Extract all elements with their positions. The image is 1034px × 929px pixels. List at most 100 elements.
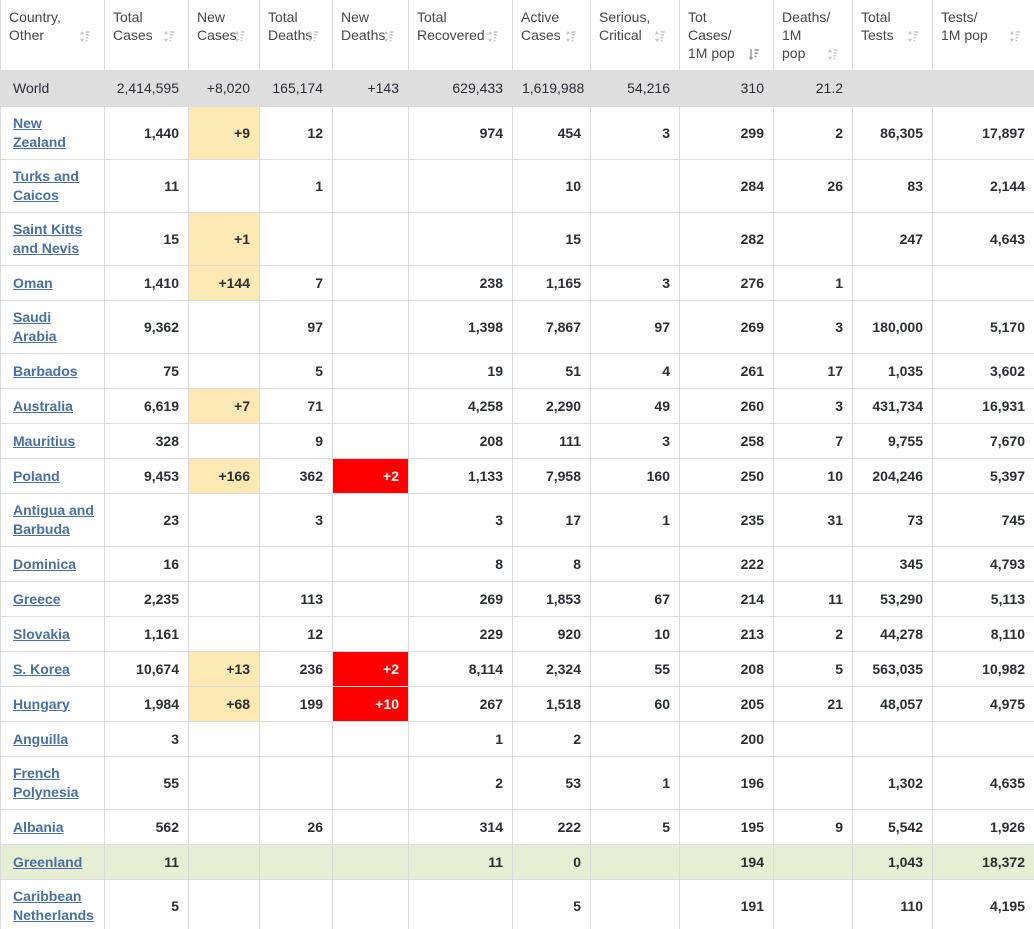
- column-header-label-line2: 1M pop: [688, 45, 735, 61]
- header-row: Country, Other Total Cases New Cases Total Deat…: [0, 0, 1034, 71]
- cell-total-cases: 10,674: [104, 651, 189, 687]
- country-link[interactable]: Greece: [13, 591, 60, 607]
- column-header-label-line1: New: [341, 9, 370, 25]
- cell-active-cases: 53: [512, 756, 591, 810]
- table-row: S. Korea 10,674 +13 236 +2 8,114 2,324 55 208 5 56…: [0, 651, 1034, 687]
- column-header-new-deaths[interactable]: New Deaths: [332, 0, 409, 71]
- column-header-new-cases[interactable]: New Cases: [188, 0, 260, 71]
- cell-total-deaths: [259, 879, 333, 929]
- cell-tot-cases-per-1m: 213: [679, 616, 774, 652]
- sort-both-icon[interactable]: [827, 48, 838, 61]
- cell-deaths-per-1m: 10: [773, 458, 853, 494]
- country-link[interactable]: Turks and Caicos: [13, 168, 79, 203]
- cell-total-tests: 48,057: [852, 686, 933, 722]
- column-header-label-line2: Cases: [521, 27, 561, 43]
- cell-country-name: Oman: [0, 265, 105, 301]
- country-link[interactable]: French Polynesia: [13, 765, 78, 800]
- cell-tot-cases-per-1m: 205: [679, 686, 774, 722]
- cell-total-deaths: [259, 546, 333, 582]
- sort-both-icon[interactable]: [907, 30, 918, 43]
- table-row: French Polynesia 55 2 53 1 196 1,302 4,635: [0, 756, 1034, 810]
- cell-total-cases: 2,235: [104, 581, 189, 617]
- cell-country-name: Greece: [0, 581, 105, 617]
- country-link[interactable]: Saint Kitts and Nevis: [13, 221, 82, 256]
- cell-country-name: Saint Kitts and Nevis: [0, 212, 105, 266]
- sort-both-icon[interactable]: [565, 30, 576, 43]
- sort-both-icon[interactable]: [654, 30, 665, 43]
- sort-descending-icon[interactable]: [748, 48, 759, 61]
- country-link[interactable]: Greenland: [13, 854, 82, 870]
- sort-both-icon[interactable]: [383, 30, 394, 43]
- table-row: Slovakia 1,161 12 229 920 10 213 2 44,278 8,110: [0, 616, 1034, 652]
- country-link[interactable]: Caribbean Netherlands: [13, 888, 94, 923]
- column-header-active-cases[interactable]: Active Cases: [512, 0, 591, 71]
- cell-total-recovered: 208: [408, 423, 513, 459]
- cell-tests-per-1m: 4,635: [932, 756, 1034, 810]
- column-header-total-recovered[interactable]: Total Recovered: [408, 0, 513, 71]
- column-header-label-line1: Tot Cases/: [688, 9, 732, 43]
- cell-total-tests: 1,043: [852, 844, 933, 880]
- cell-new-deaths: [332, 493, 409, 547]
- country-link[interactable]: New Zealand: [13, 115, 66, 150]
- country-link[interactable]: Anguilla: [13, 731, 68, 747]
- cell-total-recovered: 1,398: [408, 300, 513, 354]
- column-header-label-line1: Active: [521, 9, 560, 25]
- column-header-label-line1: Deaths/: [782, 9, 831, 25]
- column-header-deaths-per-1m-pop[interactable]: Deaths/1M pop: [773, 0, 853, 71]
- cell-country-name: French Polynesia: [0, 756, 105, 810]
- cell-tests-per-1m: 10,982: [932, 651, 1034, 687]
- table-row: Oman 1,410 +144 7 238 1,165 3 276 1: [0, 265, 1034, 301]
- cell-active-cases: 8: [512, 546, 591, 582]
- sort-both-icon[interactable]: [163, 30, 174, 43]
- cell-total-tests: 9,755: [852, 423, 933, 459]
- sort-both-icon[interactable]: [307, 30, 318, 43]
- column-header-tests-per-1m-pop[interactable]: Tests/1M pop: [932, 0, 1034, 71]
- column-header-total-tests[interactable]: Total Tests: [852, 0, 933, 71]
- table-header: Country, Other Total Cases New Cases Total Deat…: [0, 0, 1034, 71]
- cell-total-cases: 1,984: [104, 686, 189, 722]
- cell-new-cases: +166: [188, 458, 260, 494]
- country-link[interactable]: Antigua and Barbuda: [13, 502, 94, 537]
- cell-total-cases: 6,619: [104, 388, 189, 424]
- country-link[interactable]: Barbados: [13, 363, 78, 379]
- cell-new-deaths: [332, 756, 409, 810]
- cell-tot-cases-per-1m: 284: [679, 159, 774, 213]
- country-link[interactable]: Mauritius: [13, 433, 75, 449]
- column-header-total-cases[interactable]: Total Cases: [104, 0, 189, 71]
- cell-total-deaths: 3: [259, 493, 333, 547]
- sort-both-icon[interactable]: [487, 30, 498, 43]
- column-header-label-line1: Total: [861, 9, 891, 25]
- cell-total-recovered: [408, 159, 513, 213]
- cell-total-recovered: [408, 212, 513, 266]
- country-link[interactable]: Dominica: [13, 556, 76, 572]
- column-header-label-line2: 1M pop: [941, 27, 988, 43]
- cell-new-cases: +8,020: [188, 70, 260, 107]
- country-link[interactable]: Poland: [13, 468, 60, 484]
- country-link[interactable]: S. Korea: [13, 661, 70, 677]
- column-header-serious-critical[interactable]: Serious, Critical: [590, 0, 680, 71]
- column-header-total-deaths[interactable]: Total Deaths: [259, 0, 333, 71]
- country-link[interactable]: Australia: [13, 398, 73, 414]
- column-header-label-line2: Other: [9, 27, 45, 43]
- cell-deaths-per-1m: 5: [773, 651, 853, 687]
- cell-new-deaths: [332, 388, 409, 424]
- country-link[interactable]: Oman: [13, 275, 53, 291]
- column-header-tot-cases-per-1m-pop[interactable]: Tot Cases/1M pop: [679, 0, 774, 71]
- table-row: Albania 562 26 314 222 5 195 9 5,542 1,926: [0, 809, 1034, 845]
- cell-tests-per-1m: 5,113: [932, 581, 1034, 617]
- cell-serious-critical: 67: [590, 581, 680, 617]
- cell-total-recovered: 314: [408, 809, 513, 845]
- sort-both-icon[interactable]: [79, 30, 90, 43]
- sort-both-icon[interactable]: [234, 30, 245, 43]
- country-link[interactable]: Albania: [13, 819, 64, 835]
- column-header-label-line1: Total: [417, 9, 447, 25]
- cell-serious-critical: [590, 546, 680, 582]
- country-link[interactable]: Hungary: [13, 696, 70, 712]
- column-header-country-other[interactable]: Country, Other: [0, 0, 105, 71]
- cell-total-cases: 55: [104, 756, 189, 810]
- cell-active-cases: 5: [512, 879, 591, 929]
- country-link[interactable]: Saudi Arabia: [13, 309, 57, 344]
- country-link[interactable]: Slovakia: [13, 626, 70, 642]
- cell-total-tests: 431,734: [852, 388, 933, 424]
- sort-both-icon[interactable]: [1009, 30, 1020, 43]
